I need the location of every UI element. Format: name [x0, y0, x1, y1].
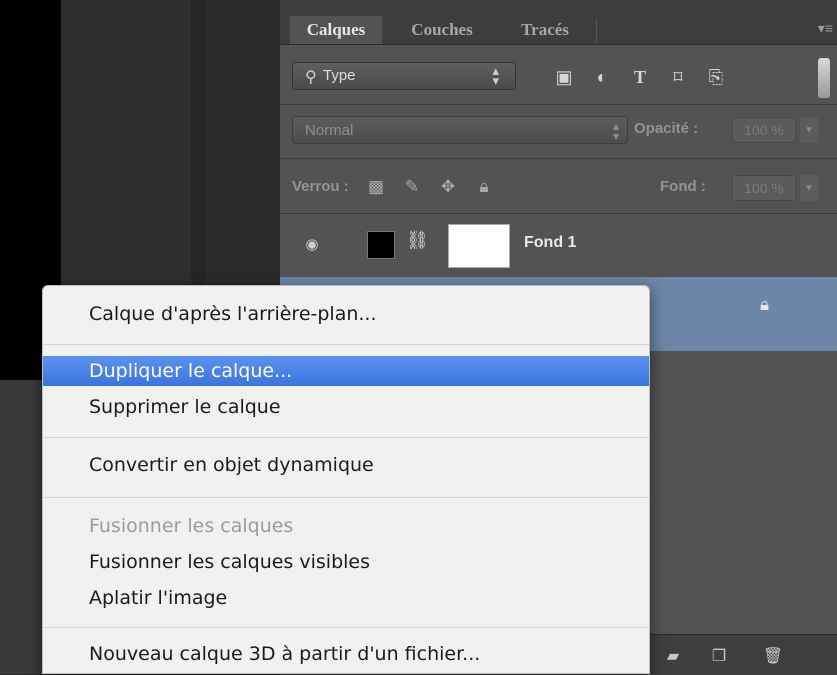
- layer-row[interactable]: ◉ ⛓︎ Fond 1: [280, 213, 837, 274]
- menu-separator: [43, 497, 649, 498]
- menu-item-merge-visible[interactable]: Fusionner les calques visibles: [43, 547, 649, 577]
- adjustment-filter-icon[interactable]: ◐: [588, 64, 616, 90]
- divider: [280, 158, 837, 159]
- smart-object-filter-icon[interactable]: ⎘: [702, 64, 730, 90]
- lock-transparency-icon[interactable]: ▩: [364, 174, 388, 200]
- lock-all-icon[interactable]: 🔒︎: [472, 174, 496, 200]
- layer-mask-thumbnail[interactable]: [448, 224, 510, 268]
- visibility-eye-icon[interactable]: ◉: [302, 235, 322, 255]
- type-filter-icon[interactable]: T: [626, 64, 654, 90]
- menu-separator: [43, 344, 649, 345]
- menu-separator: [43, 437, 649, 438]
- tab-traces[interactable]: Tracés: [502, 16, 588, 44]
- new-group-folder-icon[interactable]: ▰: [660, 645, 686, 669]
- blend-mode-label: Normal: [305, 122, 354, 139]
- fill-label: Fond :: [660, 178, 706, 195]
- layer-thumbnail: [367, 231, 395, 259]
- shape-filter-icon[interactable]: ⌑: [664, 64, 692, 90]
- fill-input[interactable]: 100 %: [732, 175, 796, 201]
- layer-name[interactable]: Fond 1: [524, 234, 576, 252]
- new-layer-icon[interactable]: ❐: [706, 645, 732, 669]
- lock-position-move-icon[interactable]: ✥: [436, 174, 460, 200]
- panel-menu-icon[interactable]: ▾≡: [818, 20, 833, 37]
- opacity-label: Opacité :: [634, 120, 699, 137]
- image-filter-icon[interactable]: ▣: [550, 64, 578, 90]
- tab-bar-empty: [596, 18, 817, 44]
- menu-item-flatten-image[interactable]: Aplatir l'image: [43, 583, 649, 613]
- tab-calques[interactable]: Calques: [290, 16, 382, 44]
- trash-icon[interactable]: 🗑︎: [760, 645, 786, 669]
- lock-label: Verrou :: [292, 178, 349, 195]
- menu-separator: [43, 627, 649, 628]
- fill-dropdown-button[interactable]: ▾: [800, 175, 818, 201]
- panel-tab-bar: Calques Couches Tracés ▾≡: [280, 0, 837, 45]
- search-icon: ⚲: [305, 69, 317, 86]
- lock-pixels-brush-icon[interactable]: ✎: [400, 174, 424, 200]
- filter-toggle-switch[interactable]: [818, 58, 830, 98]
- layer-filter-select[interactable]: ⚲ Type ▴ ▾: [292, 62, 516, 90]
- menu-item-background-to-layer[interactable]: Calque d'après l'arrière-plan...: [43, 299, 649, 329]
- blend-mode-select[interactable]: Normal ▴ ▾: [292, 116, 628, 144]
- menu-item-merge-layers: Fusionner les calques: [89, 515, 294, 537]
- opacity-input[interactable]: 100 %: [732, 117, 796, 143]
- menu-item-duplicate-layer[interactable]: Dupliquer le calque...: [43, 356, 649, 386]
- stepper-icon: ▴ ▾: [612, 119, 619, 143]
- mask-link-icon[interactable]: ⛓︎: [406, 230, 429, 251]
- filter-type-label: Type: [323, 67, 356, 84]
- menu-item-convert-smart-object[interactable]: Convertir en objet dynamique: [43, 450, 649, 480]
- menu-item-delete-layer[interactable]: Supprimer le calque: [43, 392, 649, 422]
- divider: [280, 104, 837, 105]
- lock-icon: 🔒︎: [760, 295, 770, 314]
- menu-item-new-3d-layer-from-file[interactable]: Nouveau calque 3D à partir d'un fichier.…: [43, 639, 649, 669]
- stepper-icon: ▴ ▾: [492, 63, 499, 88]
- context-menu: Calque d'après l'arrière-plan... Dupliqu…: [42, 285, 650, 674]
- tab-couches[interactable]: Couches: [390, 16, 494, 44]
- opacity-dropdown-button[interactable]: ▾: [800, 117, 818, 143]
